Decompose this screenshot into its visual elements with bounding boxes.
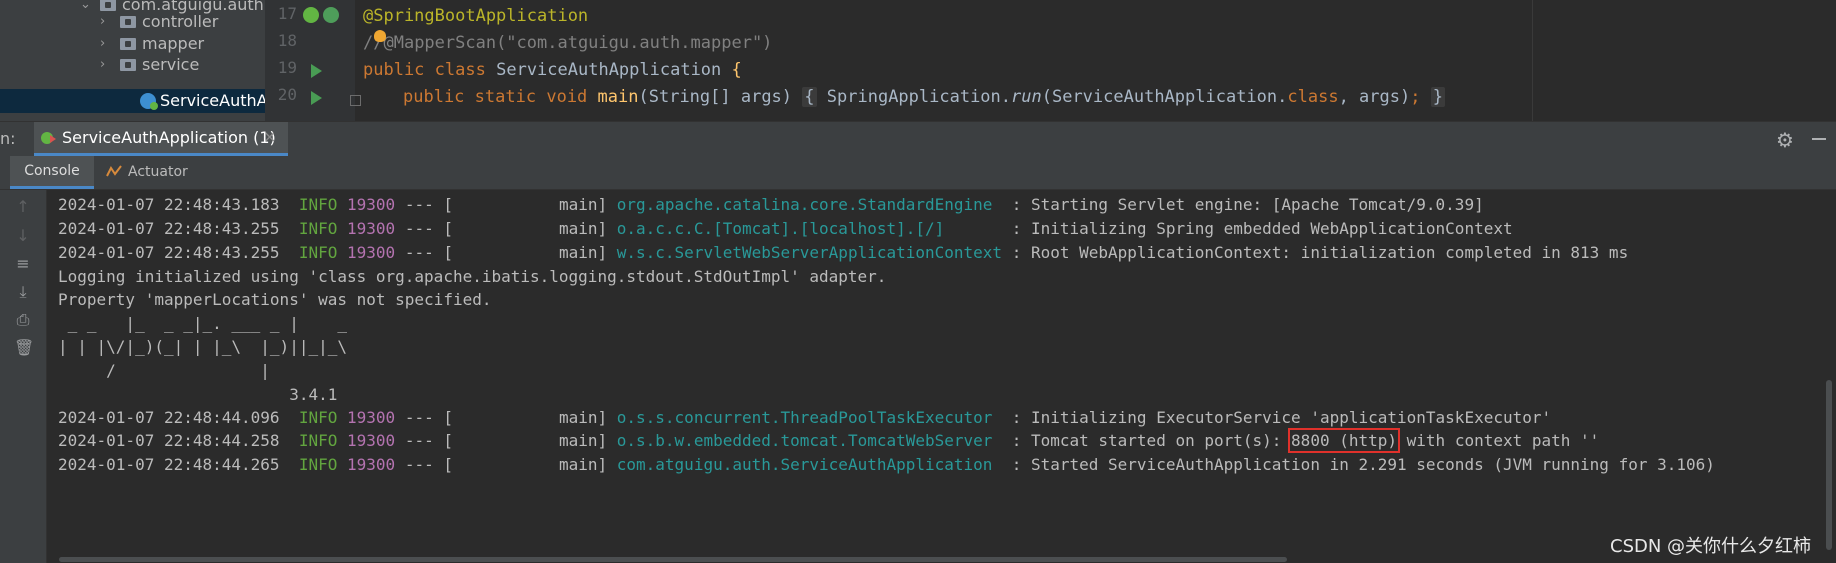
- tab-actuator-label: Actuator: [128, 164, 188, 180]
- gear-icon[interactable]: ⚙: [1776, 128, 1794, 152]
- folder-icon: [120, 16, 136, 28]
- editor-area: ⌄ com.atguigu.auth › controller › mapper…: [0, 0, 1836, 121]
- arrow-up-icon[interactable]: ↑: [14, 198, 32, 216]
- line-number: 20: [277, 85, 297, 104]
- code-editor[interactable]: @SpringBootApplication //@MapperScan("co…: [363, 0, 1523, 121]
- scroll-to-end-icon[interactable]: ⤓: [14, 283, 32, 301]
- actuator-icon: [106, 165, 122, 177]
- vertical-scrollbar[interactable]: [1826, 380, 1832, 550]
- tab-console[interactable]: Console: [10, 156, 94, 189]
- minimize-icon[interactable]: [1812, 138, 1826, 140]
- run-gutter-icon[interactable]: [311, 91, 322, 105]
- banner-line: | | |\/|_)(_| | |_\ |_)||_|_\: [58, 337, 357, 356]
- spring-app-icon: [140, 93, 158, 110]
- watermark: CSDN @关你什么夕红柿: [1610, 536, 1812, 557]
- run-subtabs: Console Actuator: [0, 156, 1836, 190]
- line-number: 18: [277, 31, 297, 50]
- port-highlight-box: 8800 (http): [1288, 428, 1401, 453]
- soft-wrap-icon[interactable]: ≡: [14, 255, 32, 273]
- trash-icon[interactable]: 🗑: [14, 339, 34, 357]
- run-config-tab[interactable]: ServiceAuthApplication (1) ×: [34, 122, 288, 156]
- log-line: 2024-01-07 22:48:43.255 INFO 19300 --- […: [58, 219, 1513, 238]
- editor-gutter: 17 18 19 20: [265, 0, 355, 121]
- console-toolbar: ↑ ↓ ≡ ⤓ ⎙ 🗑: [0, 190, 47, 563]
- project-tree: ⌄ com.atguigu.auth › controller › mapper…: [0, 0, 266, 121]
- spring-boot-icon[interactable]: [323, 7, 339, 23]
- log-line: 2024-01-07 22:48:43.183 INFO 19300 --- […: [58, 195, 1484, 214]
- arrow-down-icon[interactable]: ↓: [14, 227, 32, 245]
- run-label: n:: [0, 129, 16, 148]
- tab-actuator[interactable]: Actuator: [106, 156, 188, 189]
- fold-icon[interactable]: [350, 95, 361, 106]
- line-number: 19: [277, 58, 297, 77]
- run-tab-label: ServiceAuthApplication (1): [62, 128, 276, 147]
- log-line: 2024-01-07 22:48:44.258 INFO 19300 --- […: [58, 428, 1600, 453]
- spring-bean-icon[interactable]: [303, 7, 319, 23]
- print-icon[interactable]: ⎙: [14, 311, 32, 329]
- chevron-down-icon: ⌄: [80, 0, 91, 12]
- tree-item-serviceauthapplication[interactable]: ServiceAuthApplication: [140, 88, 265, 113]
- close-icon[interactable]: ×: [263, 127, 276, 146]
- log-line: 2024-01-07 22:48:43.255 INFO 19300 --- […: [58, 243, 1629, 262]
- code-line-18: //@MapperScan("com.atguigu.auth.mapper"): [363, 33, 773, 53]
- editor-scrollbar[interactable]: [1532, 0, 1533, 121]
- code-line-20: public static void main(String[] args) {…: [403, 87, 1445, 107]
- run-gutter-icon[interactable]: [311, 64, 322, 78]
- horizontal-scrollbar[interactable]: [59, 557, 1287, 562]
- chevron-right-icon: ›: [100, 57, 106, 72]
- code-line-17: @SpringBootApplication: [363, 6, 589, 26]
- folder-icon: [120, 59, 136, 71]
- tree-item-service[interactable]: › service: [100, 52, 199, 77]
- log-line: 2024-01-07 22:48:44.265 INFO 19300 --- […: [58, 455, 1715, 474]
- spring-run-icon: [41, 132, 56, 144]
- lightbulb-icon[interactable]: [374, 30, 386, 42]
- run-toolwindow-header: n: ServiceAuthApplication (1) × ⚙: [0, 121, 1836, 157]
- console-output[interactable]: 2024-01-07 22:48:43.183 INFO 19300 --- […: [47, 190, 1836, 563]
- log-line-plain: Property 'mapperLocations' was not speci…: [58, 290, 492, 309]
- folder-icon: [120, 38, 136, 50]
- line-number: 17: [277, 4, 297, 23]
- banner-line: / |: [58, 361, 357, 380]
- code-line-19: public class ServiceAuthApplication {: [363, 60, 742, 80]
